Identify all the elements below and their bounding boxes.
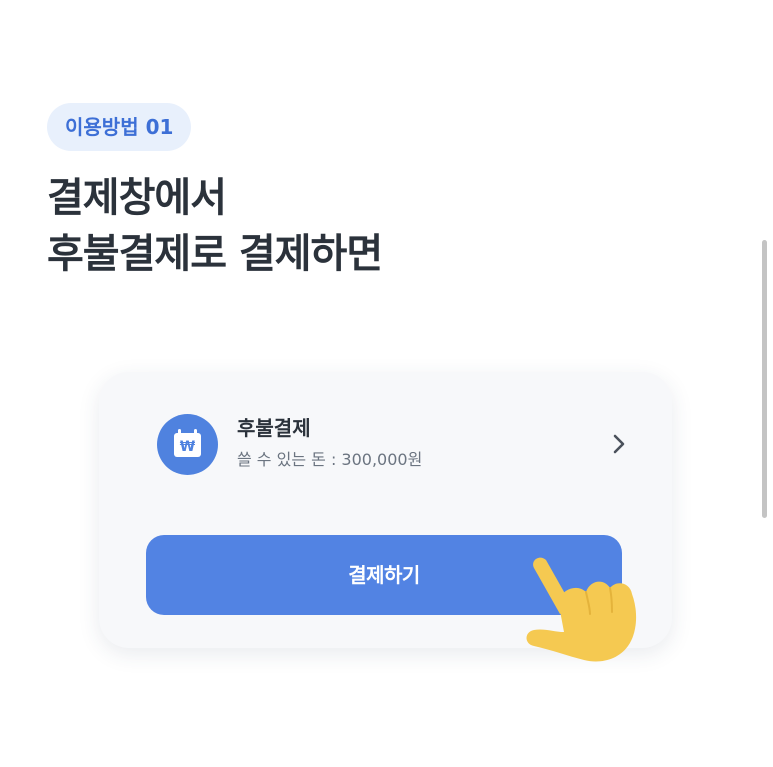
available-balance: 쓸 수 있는 돈 : 300,000원	[237, 450, 423, 469]
page-title: 결제창에서 후불결제로 결제하면	[47, 170, 383, 282]
page-title-line-1: 결제창에서	[47, 175, 227, 221]
payment-method-row[interactable]: ₩ 후불결제 쓸 수 있는 돈 : 300,000원	[157, 414, 637, 478]
pointing-hand-icon	[526, 557, 637, 662]
chevron-right-icon[interactable]	[607, 432, 631, 456]
step-badge: 이용방법 01	[47, 103, 192, 151]
payment-method-title: 후불결제	[237, 416, 311, 440]
usage-guide-page: 이용방법 01 결제창에서 후불결제로 결제하면 ₩ 후불결제 쓸 수 있는 돈…	[0, 0, 773, 767]
won-wallet-icon: ₩	[157, 414, 218, 475]
svg-text:₩: ₩	[180, 439, 196, 455]
page-title-line-2: 후불결제로 결제하면	[47, 231, 383, 277]
scrollbar[interactable]	[762, 240, 767, 518]
